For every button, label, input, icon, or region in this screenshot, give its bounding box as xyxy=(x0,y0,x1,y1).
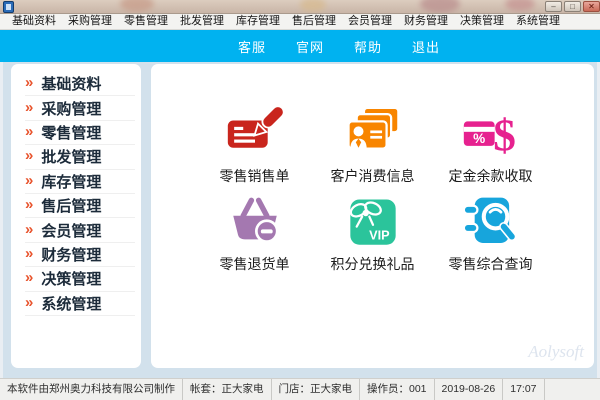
glass-blob xyxy=(120,0,154,12)
menu-item-members[interactable]: 会员管理 xyxy=(342,14,398,29)
menu-item-basic-data[interactable]: 基础资料 xyxy=(6,14,62,29)
glass-blob xyxy=(300,0,326,12)
sidebar-item-purchasing[interactable]: » 采购管理 xyxy=(25,96,135,121)
chevron-double-right-icon: » xyxy=(25,196,34,214)
sidebar-item-inventory[interactable]: » 库存管理 xyxy=(25,170,135,194)
shortcut-label: 客户消费信息 xyxy=(330,170,415,185)
sidebar-item-decision[interactable]: » 决策管理 xyxy=(25,267,135,292)
menu-item-purchasing[interactable]: 采购管理 xyxy=(62,14,118,29)
menu-item-inventory[interactable]: 库存管理 xyxy=(230,14,286,29)
sidebar-item-label: 决策管理 xyxy=(41,272,102,289)
menu-bar: 基础资料 采购管理 零售管理 批发管理 库存管理 售后管理 会员管理 财务管理 … xyxy=(0,14,600,30)
shortcut-label: 积分兑换礼品 xyxy=(330,258,415,273)
window-controls: – □ ✕ xyxy=(545,1,600,12)
chevron-double-right-icon: » xyxy=(25,293,34,311)
sidebar-item-members[interactable]: » 会员管理 xyxy=(25,218,135,243)
shortcut-retail-return-order[interactable]: 零售退货单 xyxy=(196,194,314,278)
title-bar: – □ ✕ xyxy=(0,0,600,14)
sidebar-item-label: 售后管理 xyxy=(41,199,102,216)
sidebar-item-aftersales[interactable]: » 售后管理 xyxy=(25,194,135,219)
customer-service-link[interactable]: 客服 xyxy=(238,37,266,56)
shortcut-grid: 零售销售单 客户消费信息 % $ 定金余款收取 零售退货单 VIP 积分兑换礼品… xyxy=(151,106,594,278)
exit-link[interactable]: 退出 xyxy=(412,37,440,56)
close-button[interactable]: ✕ xyxy=(583,1,600,12)
top-toolbar: 客服 官网 帮助 退出 xyxy=(0,30,600,62)
sidebar-item-label: 零售管理 xyxy=(41,125,102,142)
sidebar-item-wholesale[interactable]: » 批发管理 xyxy=(25,145,135,170)
menu-item-retail[interactable]: 零售管理 xyxy=(118,14,174,29)
chevron-double-right-icon: » xyxy=(25,171,34,189)
menu-item-aftersales[interactable]: 售后管理 xyxy=(286,14,342,29)
status-date: 2019-08-26 xyxy=(435,379,504,400)
shortcut-label: 零售销售单 xyxy=(219,170,290,185)
customer-cards-icon xyxy=(346,106,400,150)
main-panel: 零售销售单 客户消费信息 % $ 定金余款收取 零售退货单 VIP 积分兑换礼品… xyxy=(151,64,594,368)
menu-item-wholesale[interactable]: 批发管理 xyxy=(174,14,230,29)
chevron-double-right-icon: » xyxy=(25,269,34,287)
chevron-double-right-icon: » xyxy=(25,98,34,116)
basket-minus-icon xyxy=(232,197,279,243)
chevron-double-right-icon: » xyxy=(25,147,34,165)
shortcut-retail-comprehensive-query[interactable]: 零售综合查询 xyxy=(432,194,550,278)
app-icon xyxy=(3,1,14,13)
chevron-double-right-icon: » xyxy=(25,244,34,262)
menu-item-decision[interactable]: 决策管理 xyxy=(454,14,510,29)
maximize-button[interactable]: □ xyxy=(564,1,581,12)
app-window: – □ ✕ 基础资料 采购管理 零售管理 批发管理 库存管理 售后管理 会员管理… xyxy=(0,0,600,400)
sidebar: » 基础资料 » 采购管理 » 零售管理 » 批发管理 » 库存管理 » 售后管… xyxy=(11,64,141,368)
shortcut-customer-consumption-info[interactable]: 客户消费信息 xyxy=(314,106,432,190)
menu-item-finance[interactable]: 财务管理 xyxy=(398,14,454,29)
sidebar-item-label: 财务管理 xyxy=(41,247,102,264)
shortcut-points-exchange-gift[interactable]: VIP 积分兑换礼品 xyxy=(314,194,432,278)
status-bar: 本软件由郑州奥力科技有限公司制作 帐套：正大家电 门店：正大家电 操作员：001… xyxy=(0,378,600,400)
status-account-set: 帐套：正大家电 xyxy=(183,379,272,400)
gift-vip-icon: VIP xyxy=(349,199,396,245)
glass-blob xyxy=(420,0,460,13)
menu-item-system[interactable]: 系统管理 xyxy=(510,14,566,29)
sidebar-item-label: 库存管理 xyxy=(41,174,102,191)
status-operator: 操作员：001 xyxy=(360,379,435,400)
sidebar-item-label: 批发管理 xyxy=(41,150,102,167)
sidebar-item-retail[interactable]: » 零售管理 xyxy=(25,121,135,146)
watermark: Aolysoft xyxy=(528,342,584,361)
help-link[interactable]: 帮助 xyxy=(354,37,382,56)
chevron-double-right-icon: » xyxy=(25,122,34,140)
sidebar-item-label: 基础资料 xyxy=(41,77,102,94)
svg-text:$: $ xyxy=(493,110,516,160)
status-time: 17:07 xyxy=(503,379,545,400)
shortcut-retail-sales-order[interactable]: 零售销售单 xyxy=(196,106,314,190)
shortcut-deposit-balance-collect[interactable]: % $ 定金余款收取 xyxy=(432,106,550,190)
shortcut-label: 零售退货单 xyxy=(219,258,290,273)
sidebar-item-label: 采购管理 xyxy=(41,101,102,118)
sidebar-item-label: 系统管理 xyxy=(41,296,102,313)
content-area: » 基础资料 » 采购管理 » 零售管理 » 批发管理 » 库存管理 » 售后管… xyxy=(3,62,597,378)
status-store: 门店：正大家电 xyxy=(272,379,360,400)
glass-blob xyxy=(505,0,535,11)
receipt-pen-icon xyxy=(227,106,285,148)
chevron-double-right-icon: » xyxy=(25,74,34,92)
official-site-link[interactable]: 官网 xyxy=(296,37,324,56)
sidebar-item-finance[interactable]: » 财务管理 xyxy=(25,243,135,268)
notebook-search-icon xyxy=(462,197,516,243)
sidebar-item-system[interactable]: » 系统管理 xyxy=(25,292,135,316)
sidebar-item-basic-data[interactable]: » 基础资料 xyxy=(25,72,135,97)
sidebar-item-label: 会员管理 xyxy=(41,223,102,240)
svg-text:%: % xyxy=(473,131,485,146)
card-dollar-icon: % $ xyxy=(463,110,516,160)
shortcut-label: 零售综合查询 xyxy=(448,258,533,273)
chevron-double-right-icon: » xyxy=(25,220,34,238)
status-company: 本软件由郑州奥力科技有限公司制作 xyxy=(0,379,183,400)
minimize-button[interactable]: – xyxy=(545,1,562,12)
shortcut-label: 定金余款收取 xyxy=(448,170,533,185)
svg-text:VIP: VIP xyxy=(369,228,390,242)
